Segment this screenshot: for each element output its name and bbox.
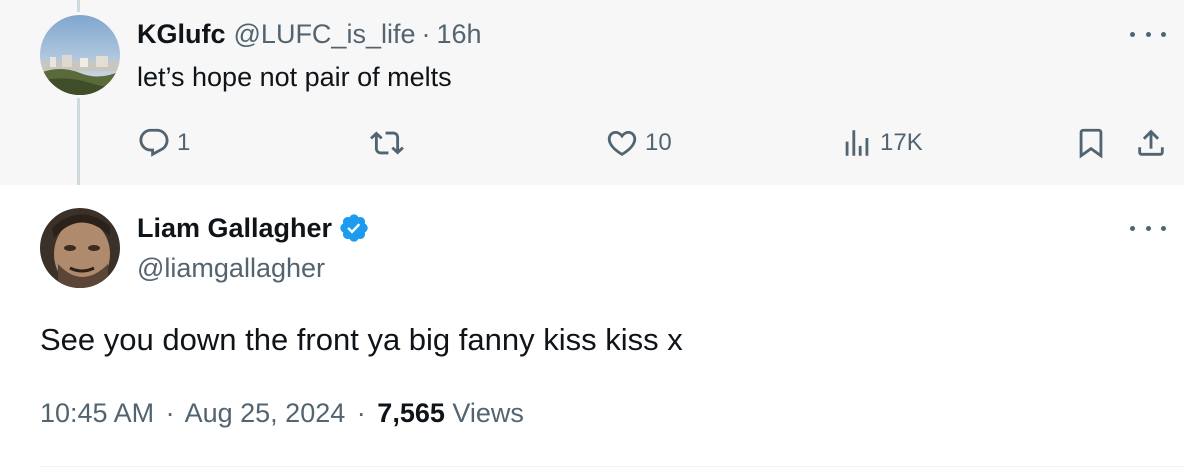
main-display-name[interactable]: Liam Gallagher [137,213,332,244]
reply-avatar[interactable] [40,15,120,95]
reply-avatar-image [40,15,120,95]
reply-handle[interactable]: @LUFC_is_life [234,19,416,50]
tweet-date[interactable]: Aug 25, 2024 [185,398,346,428]
more-dot [1130,31,1135,37]
verified-badge-icon[interactable] [338,212,370,244]
bookmark-button[interactable] [1074,126,1108,160]
main-more-button[interactable] [1130,216,1166,240]
main-tweet-text: See you down the front ya big fanny kiss… [40,322,683,357]
more-dot [1161,31,1166,37]
reply-count: 1 [177,129,191,156]
thread-line-bottom [77,98,80,185]
reply-tweet[interactable]: KGlufc @LUFC_is_life · 16h let’s hope no… [0,0,1184,185]
main-avatar-image [40,208,120,288]
views-label: Views [452,398,524,428]
reply-button[interactable]: 1 [137,126,190,160]
tweet-meta: 10:45 AM · Aug 25, 2024 · 7,565 Views [40,398,524,429]
views-count: 17K [880,129,923,156]
views-total: 7,565 [377,398,445,428]
more-dot [1145,31,1151,37]
main-handle[interactable]: @liamgallagher [137,253,325,284]
reply-name-row: KGlufc @LUFC_is_life · 16h [137,19,482,50]
main-avatar[interactable] [40,208,120,288]
divider [40,466,1184,467]
heart-icon [607,130,637,156]
like-count: 10 [645,129,672,156]
views-button[interactable]: 17K [840,126,923,160]
meta-separator-1: · [165,398,175,428]
retweet-icon [370,131,404,155]
reply-separator: · [421,19,431,49]
share-icon [1138,129,1164,156]
meta-separator-2: · [356,398,366,428]
reply-more-button[interactable] [1130,22,1166,46]
share-button[interactable] [1134,126,1168,160]
bookmark-icon [1079,128,1103,159]
more-dot [1161,225,1166,231]
thread-line-top [77,0,80,12]
like-button[interactable]: 10 [605,126,672,160]
main-name-row: Liam Gallagher [137,212,370,244]
more-dot [1145,225,1151,231]
retweet-button[interactable] [370,126,404,160]
reply-text: let’s hope not pair of melts [137,62,452,92]
reply-icon [139,128,169,157]
tweet-time[interactable]: 10:45 AM [40,398,154,428]
reply-time[interactable]: 16h [436,19,481,50]
analytics-icon [845,130,869,156]
reply-display-name[interactable]: KGlufc [137,19,226,50]
more-dot [1130,225,1135,231]
